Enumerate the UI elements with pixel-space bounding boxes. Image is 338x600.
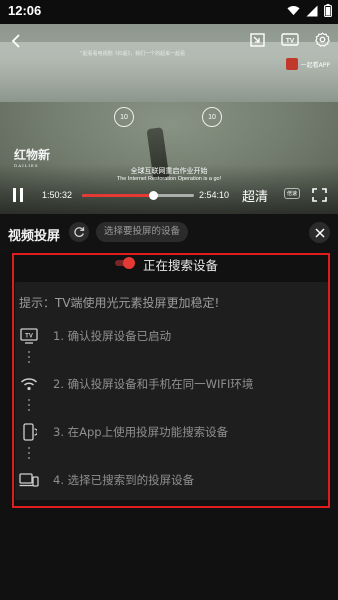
speed-button[interactable]: 倍速 [284, 188, 301, 199]
tv-icon: TV [18, 326, 40, 346]
brand-watermark: 红物新 DAILIES [14, 146, 50, 168]
forward-10-label: 10 [208, 113, 216, 121]
devices-icon [18, 470, 40, 490]
player-top-actions: TV [250, 32, 330, 47]
back-arrow-icon[interactable] [10, 34, 22, 48]
step-label: 3. 在App上使用投屏功能搜索设备 [53, 425, 229, 439]
battery-icon [324, 4, 332, 17]
tip-text: 提示：TV端使用光元素投屏更加稳定! [19, 296, 220, 310]
rewind-10-button[interactable]: 10 [114, 107, 134, 127]
wifi-status-icon [287, 5, 300, 16]
step-label: 2. 确认投屏设备和手机在同一WIFI环境 [53, 377, 254, 391]
brand-name: 红物新 [14, 148, 51, 162]
pip-icon[interactable] [250, 32, 265, 47]
status-time: 12:06 [8, 3, 42, 18]
total-time: 2:54:10 [199, 190, 230, 200]
app-logo: 一起看APP [285, 58, 330, 70]
svg-text:TV: TV [286, 37, 295, 44]
refresh-icon [74, 227, 85, 238]
select-device-chip[interactable]: 选择要投屏的设备 [96, 222, 189, 242]
current-time: 1:50:32 [42, 190, 73, 200]
step-connector [28, 447, 30, 462]
refresh-button[interactable] [69, 222, 89, 242]
subtitle-chinese: 全球互联网重启作业开始 [130, 167, 208, 175]
searching-label: 正在搜索设备 [143, 258, 219, 273]
forward-10-button[interactable]: 10 [202, 107, 222, 127]
step-connector [28, 351, 30, 366]
search-toggle[interactable] [115, 257, 135, 269]
step-connector [28, 399, 30, 414]
progress-handle[interactable] [148, 191, 158, 200]
app-logo-text: 一起看APP [300, 61, 330, 69]
status-icons [287, 4, 332, 17]
video-watermark-text: “起看看电视剧《红船》，我们一个的起来一起看 [80, 51, 186, 57]
status-bar: 12:06 [0, 0, 338, 24]
progress-bar[interactable] [82, 191, 194, 200]
wifi-icon [18, 374, 40, 394]
fullscreen-icon[interactable] [312, 188, 327, 202]
cast-header: 视频投屏 选择要投屏的设备 [0, 214, 338, 252]
tv-cast-icon[interactable]: TV [281, 32, 299, 47]
svg-text:TV: TV [25, 334, 33, 340]
rewind-10-label: 10 [120, 113, 128, 121]
step-label: 4. 选择已搜索到的投屏设备 [53, 473, 195, 487]
quality-button[interactable]: 超清 [242, 186, 268, 205]
step-label: 1. 确认投屏设备已启动 [53, 329, 172, 343]
settings-gear-icon[interactable] [315, 32, 330, 47]
cellular-signal-icon [306, 5, 318, 16]
playback-control-bar: 1:50:32 2:54:10 超清 倍速 [0, 180, 338, 210]
app-logo-icon [285, 58, 298, 70]
phone-cast-icon [18, 422, 40, 442]
close-icon [314, 227, 325, 238]
cast-title: 视频投屏 [8, 229, 61, 244]
pause-icon[interactable] [12, 188, 24, 202]
progress-fill [82, 194, 153, 197]
close-button[interactable] [309, 222, 330, 243]
